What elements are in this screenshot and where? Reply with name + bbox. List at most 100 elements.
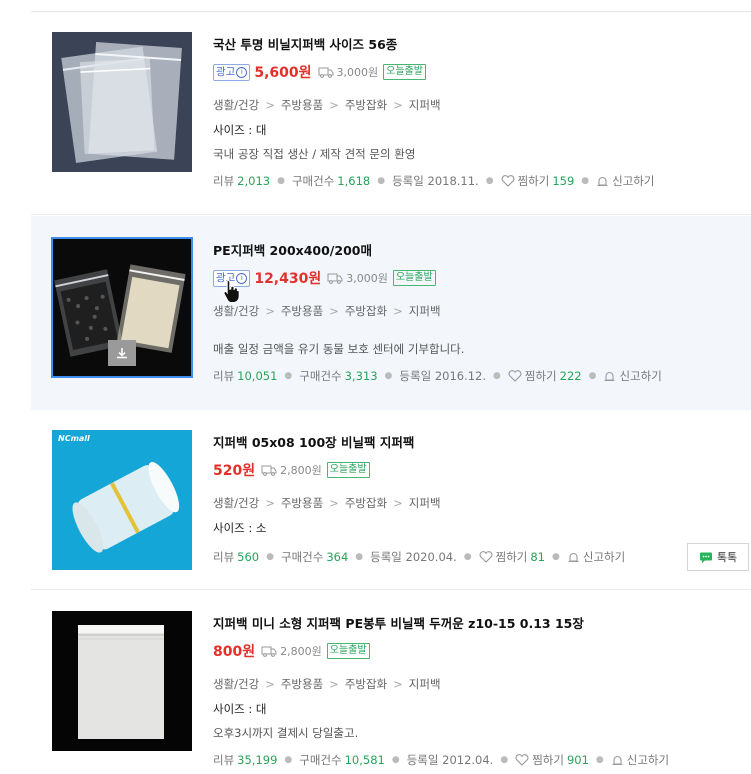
category-link[interactable]: 생활/건강 [213,98,259,112]
report-button[interactable]: 신고하기 [603,368,662,384]
truck-icon [261,465,277,476]
report-button[interactable]: 신고하기 [596,173,654,189]
purchase-count: 1,618 [337,174,371,188]
shipping-fee-value: 3,000원 [346,272,388,285]
today-shipping-badge: 오늘출발 [326,462,370,478]
shipping-fee: 2,800원 [261,643,322,659]
download-button[interactable] [108,340,136,366]
category-path: 생활/건강 > 주방용품 > 주방잡화 > 지퍼백 [213,304,441,318]
report-label: 신고하기 [626,753,670,767]
siren-icon [604,371,615,382]
report-button[interactable]: 신고하기 [567,549,625,565]
reg-label: 등록일 [392,174,424,188]
product-price[interactable]: 5,600원 [254,62,311,82]
report-label: 신고하기 [619,369,662,383]
reg-date: 2018.11. [427,174,479,188]
shipping-fee: 2,800원 [261,462,322,478]
review-label[interactable]: 리뷰 [213,173,234,189]
review-label[interactable]: 리뷰 [213,368,234,384]
today-shipping-badge: 오늘출발 [392,270,436,286]
product-item: 국산 투명 비닐지퍼백 사이즈 56종 광고 i 5,600원 3,000원 오늘… [31,12,751,215]
siren-icon [612,755,623,766]
product-title[interactable]: PE지퍼백 200x400/200매 [213,242,751,260]
shipping-fee-value: 2,800원 [280,464,322,477]
purchase-count: 3,313 [344,369,378,383]
reg-label: 등록일 [370,550,402,564]
category-path: 생활/건강 > 주방용품 > 주방잡화 > 지퍼백 [213,98,441,112]
category-link[interactable]: 주방용품 [281,98,323,112]
siren-icon [597,176,608,187]
product-meta: 리뷰 10,051 ● 구매건수 3,313 ● 등록일 2016.12. ● 찜하… [213,368,662,384]
category-link[interactable]: 생활/건강 [213,304,259,318]
siren-icon [568,552,579,563]
product-size: 사이즈 : 대 [213,702,267,716]
reg-date: 2012.04. [442,753,494,767]
review-count[interactable]: 35,199 [237,753,277,767]
purchase-label: 구매건수 [299,753,342,767]
product-title[interactable]: 국산 투명 비닐지퍼백 사이즈 56종 [213,36,751,54]
category-link[interactable]: 지퍼백 [409,98,441,112]
product-price[interactable]: 12,430원 [254,268,321,288]
product-description: 매출 일정 금액을 유기 동물 보호 센터에 기부합니다. [213,342,465,356]
report-button[interactable]: 신고하기 [611,752,669,768]
review-label[interactable]: 리뷰 [213,752,234,768]
category-link[interactable]: 주방잡화 [345,677,387,691]
product-price[interactable]: 800원 [213,641,255,661]
truck-icon [261,646,277,657]
purchase-label: 구매건수 [299,369,342,383]
product-title[interactable]: 지퍼백 05x08 100장 비닐팩 지퍼팩 [213,434,751,452]
product-item: PE지퍼백 200x400/200매 광고 i 12,430원 3,000원 오늘… [31,216,751,410]
category-link[interactable]: 지퍼백 [409,677,441,691]
heart-icon [501,175,515,187]
zzim-count: 81 [530,550,545,564]
category-link[interactable]: 지퍼백 [409,304,441,318]
product-description: 오후3시까지 결제시 당일출고. [213,726,359,740]
product-size: 사이즈 : 대 [213,123,267,137]
category-link[interactable]: 주방용품 [281,304,323,318]
product-price[interactable]: 520원 [213,460,255,480]
review-count[interactable]: 560 [237,550,259,564]
zzim-label: 찜하기 [524,369,557,383]
review-count[interactable]: 2,013 [237,174,270,188]
zzim-button[interactable]: 찜하기 901 [515,752,589,768]
zzim-label: 찜하기 [517,174,550,188]
category-link[interactable]: 생활/건강 [213,677,259,691]
reg-label: 등록일 [406,753,439,767]
reg-date: 2016.12. [434,369,487,383]
hand-cursor-icon [223,279,240,303]
category-path: 생활/건강 > 주방용품 > 주방잡화 > 지퍼백 [213,677,441,691]
category-link[interactable]: 주방잡화 [345,98,387,112]
purchase-label: 구매건수 [280,550,324,564]
purchase-count: 364 [326,550,349,564]
product-thumbnail[interactable]: NCmall [52,430,192,570]
ad-badge[interactable]: 광고 i [213,63,251,81]
shipping-fee: 3,000원 [318,64,378,80]
talk-button[interactable]: 톡톡 [687,543,749,571]
reg-label: 등록일 [399,369,432,383]
truck-icon [327,273,343,284]
info-circle-icon[interactable]: i [236,66,248,78]
category-link[interactable]: 주방잡화 [345,496,387,510]
category-link[interactable]: 지퍼백 [409,496,441,510]
category-link[interactable]: 주방용품 [281,677,323,691]
product-meta: 리뷰 560 ● 구매건수 364 ● 등록일 2020.04. ● 찜하기 81 ●… [213,549,626,565]
review-label[interactable]: 리뷰 [213,549,234,565]
talk-label: 톡톡 [716,551,738,564]
zzim-button[interactable]: 찜하기 159 [501,173,574,189]
product-title[interactable]: 지퍼백 미니 소형 지퍼팩 PE봉투 비닐팩 두꺼운 z10-15 0.13 1… [213,615,751,633]
download-icon [117,348,127,359]
zzim-button[interactable]: 찜하기 222 [508,368,582,384]
product-thumbnail[interactable] [53,239,191,376]
category-link[interactable]: 주방잡화 [345,304,387,318]
report-label: 신고하기 [612,174,655,188]
zzim-button[interactable]: 찜하기 81 [479,549,545,565]
product-thumbnail[interactable] [52,611,192,751]
category-link[interactable]: 생활/건강 [213,496,259,510]
shipping-fee-value: 2,800원 [280,645,322,658]
category-path: 생활/건강 > 주방용품 > 주방잡화 > 지퍼백 [213,496,441,510]
product-thumbnail[interactable] [52,32,192,172]
purchase-count: 10,581 [344,753,385,767]
heart-icon [479,551,493,563]
category-link[interactable]: 주방용품 [281,496,323,510]
review-count[interactable]: 10,051 [237,369,277,383]
